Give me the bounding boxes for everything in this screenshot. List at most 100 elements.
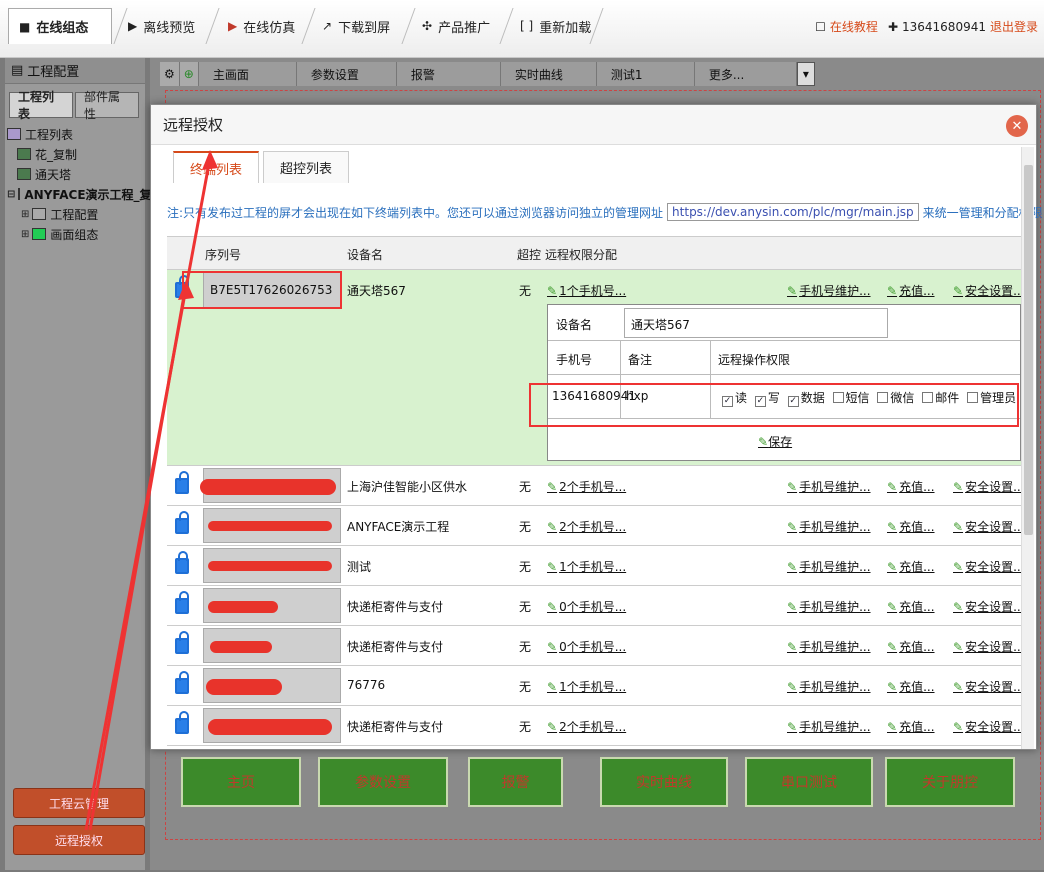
table-row[interactable]: 快递柜寄件与支付 无 ✎ 2个手机号... ✎ 手机号维护... ✎ 充值... ✎ 安… [167,706,1025,746]
phone-maintenance-link[interactable]: ✎ 手机号维护... [787,518,871,535]
phone-maintenance-link[interactable]: ✎ 手机号维护... [787,718,871,735]
checkbox-sms[interactable] [832,392,844,403]
recharge-link[interactable]: ✎ 充值... [887,478,935,495]
add-screen-icon[interactable]: ⊕ [179,62,199,86]
device-label: 设备名 [556,318,593,332]
tree-item[interactable]: ⊞ 画面组态 [7,224,143,244]
unlock-icon[interactable] [175,511,189,534]
phone-maintenance-link[interactable]: ✎ 手机号维护... [787,282,871,299]
tab-offline-preview[interactable]: ▶ 离线预览 [118,8,205,44]
security-settings-link[interactable]: ✎ 安全设置... [953,718,1025,735]
canvas-button-realtime[interactable]: 实时曲线 [600,757,728,807]
tutorial-link[interactable]: 在线教程 [830,18,878,35]
security-settings-link[interactable]: ✎ 安全设置... [953,678,1025,695]
security-settings-link[interactable]: ✎ 安全设置... [953,518,1025,535]
unlock-icon[interactable] [175,671,189,694]
phone-maintenance-link[interactable]: ✎ 手机号维护... [787,678,871,695]
phones-link[interactable]: ✎ 2个手机号... [547,718,626,735]
recharge-link[interactable]: ✎ 充值... [887,718,935,735]
security-settings-link[interactable]: ✎ 安全设置... [953,638,1025,655]
table-row[interactable]: 快递柜寄件与支付 无 ✎ 0个手机号... ✎ 手机号维护... ✎ 充值... ✎ 安… [167,586,1025,626]
recharge-link[interactable]: ✎ 充值... [887,558,935,575]
unlock-icon[interactable] [175,631,189,654]
unlock-icon[interactable] [175,275,189,298]
tutorial-icon: ☐ [815,19,826,34]
close-icon[interactable]: ✕ [1006,115,1028,137]
phones-link[interactable]: ✎ 2个手机号... [547,478,626,495]
tree-root[interactable]: 工程列表 [7,124,143,144]
tab-download-to-screen[interactable]: ↗ 下载到屏 [312,8,400,44]
checkbox-data[interactable]: ✓ [787,396,799,407]
security-settings-link[interactable]: ✎ 安全设置... [953,282,1025,299]
security-settings-link[interactable]: ✎ 安全设置... [953,598,1025,615]
checkbox-write[interactable]: ✓ [754,396,766,407]
screen-tab-realtime[interactable]: 实时曲线 [500,62,597,86]
screen-tab-test1[interactable]: 测试1 [596,62,695,86]
screen-tab-more[interactable]: 更多... [694,62,797,86]
tab-reload[interactable]: [ ] 重新加载 [510,8,601,44]
tree-item[interactable]: ⊟ ANYFACE演示工程_复 [7,184,152,204]
security-settings-link[interactable]: ✎ 安全设置... [953,478,1025,495]
tree-item[interactable]: 通天塔 [7,164,143,184]
tab-component-properties[interactable]: 部件属性 [75,90,139,121]
tree-item[interactable]: 花_复制 [7,144,143,164]
phone-maintenance-link[interactable]: ✎ 手机号维护... [787,598,871,615]
canvas-button-about[interactable]: 关于朋控 [885,757,1015,807]
table-row[interactable]: 测试 无 ✎ 1个手机号... ✎ 手机号维护... ✎ 充值... ✎ 安全设置... [167,546,1025,586]
phones-link[interactable]: ✎ 0个手机号... [547,638,626,655]
tab-online-simulation[interactable]: ▶ 在线仿真 [218,8,305,44]
screen-tab-alarm[interactable]: 报警 [396,62,501,86]
table-row[interactable]: 快递柜寄件与支付 无 ✎ 0个手机号... ✎ 手机号维护... ✎ 充值... ✎ 安… [167,626,1025,666]
screen-tab-main[interactable]: 主画面 [198,62,297,86]
phones-link[interactable]: ✎ 1个手机号... [547,678,626,695]
unlock-icon[interactable] [175,471,189,494]
unlock-icon[interactable] [175,711,189,734]
phone-label: 手机号 [556,353,593,367]
tab-product-promotion[interactable]: ✣ 产品推广 [412,8,500,44]
table-row[interactable]: 上海沪佳智能小区供水 无 ✎ 2个手机号... ✎ 手机号维护... ✎ 充值... … [167,466,1025,506]
checkbox-admin[interactable] [967,392,979,403]
recharge-link[interactable]: ✎ 充值... [887,638,935,655]
tab-project-list[interactable]: 工程列表 [9,90,73,121]
tab-override-list[interactable]: 超控列表 [263,151,350,183]
chevron-down-icon[interactable]: ▾ [796,62,815,86]
lock-icon[interactable] [175,551,189,574]
checkbox-read[interactable]: ✓ [722,396,733,407]
save-link[interactable]: ✎保存 [758,433,792,450]
recharge-link[interactable]: ✎ 充值... [887,678,935,695]
tab-online-config[interactable]: ■ 在线组态 [8,8,112,44]
tab-terminal-list[interactable]: 终端列表 [173,151,260,183]
logout-link[interactable]: 退出登录 [990,18,1038,35]
device-name-field[interactable]: 通天塔567 [624,308,888,338]
canvas-button-params[interactable]: 参数设置 [318,757,448,807]
security-settings-link[interactable]: ✎ 安全设置... [953,558,1025,575]
table-row[interactable]: ANYFACE演示工程 无 ✎ 2个手机号... ✎ 手机号维护... ✎ 充值...… [167,506,1025,546]
canvas-button-serial[interactable]: 串口测试 [745,757,873,807]
phones-link[interactable]: ✎ 2个手机号... [547,518,626,535]
phone-maintenance-link[interactable]: ✎ 手机号维护... [787,478,871,495]
screen-tab-params[interactable]: 参数设置 [296,62,397,86]
recharge-link[interactable]: ✎ 充值... [887,518,935,535]
scrollbar[interactable] [1021,147,1034,749]
remote-auth-button[interactable]: 远程授权 [13,825,145,855]
phones-link[interactable]: ✎ 1个手机号... [547,558,626,575]
checkbox-wechat[interactable] [877,392,889,403]
checkbox-email[interactable] [922,392,934,403]
phones-link[interactable]: ✎ 0个手机号... [547,598,626,615]
tree-item[interactable]: ⊞ 工程配置 [7,204,143,224]
phone-maintenance-link[interactable]: ✎ 手机号维护... [787,558,871,575]
canvas-button-home[interactable]: 主页 [181,757,301,807]
management-url[interactable]: https://dev.anysin.com/plc/mgr/main.jsp [667,203,919,221]
unlock-icon[interactable] [175,591,189,614]
scrollbar-thumb[interactable] [1024,165,1033,535]
phones-link[interactable]: ✎ 1个手机号... [547,282,626,299]
settings-icon[interactable]: ⚙ [160,62,180,86]
phone-maintenance-link[interactable]: ✎ 手机号维护... [787,638,871,655]
recharge-link[interactable]: ✎ 充值... [887,282,935,299]
link-text: 充值... [899,680,935,694]
cloud-management-button[interactable]: 工程云管理 [13,788,145,818]
table-row[interactable]: B7E5T17626026753 通天塔567 无 ✎ 1个手机号... ✎ 手机号… [167,270,1025,466]
recharge-link[interactable]: ✎ 充值... [887,598,935,615]
table-row[interactable]: 76776 无 ✎ 1个手机号... ✎ 手机号维护... ✎ 充值... ✎ 安全设置… [167,666,1025,706]
canvas-button-alarm[interactable]: 报警 [468,757,563,807]
